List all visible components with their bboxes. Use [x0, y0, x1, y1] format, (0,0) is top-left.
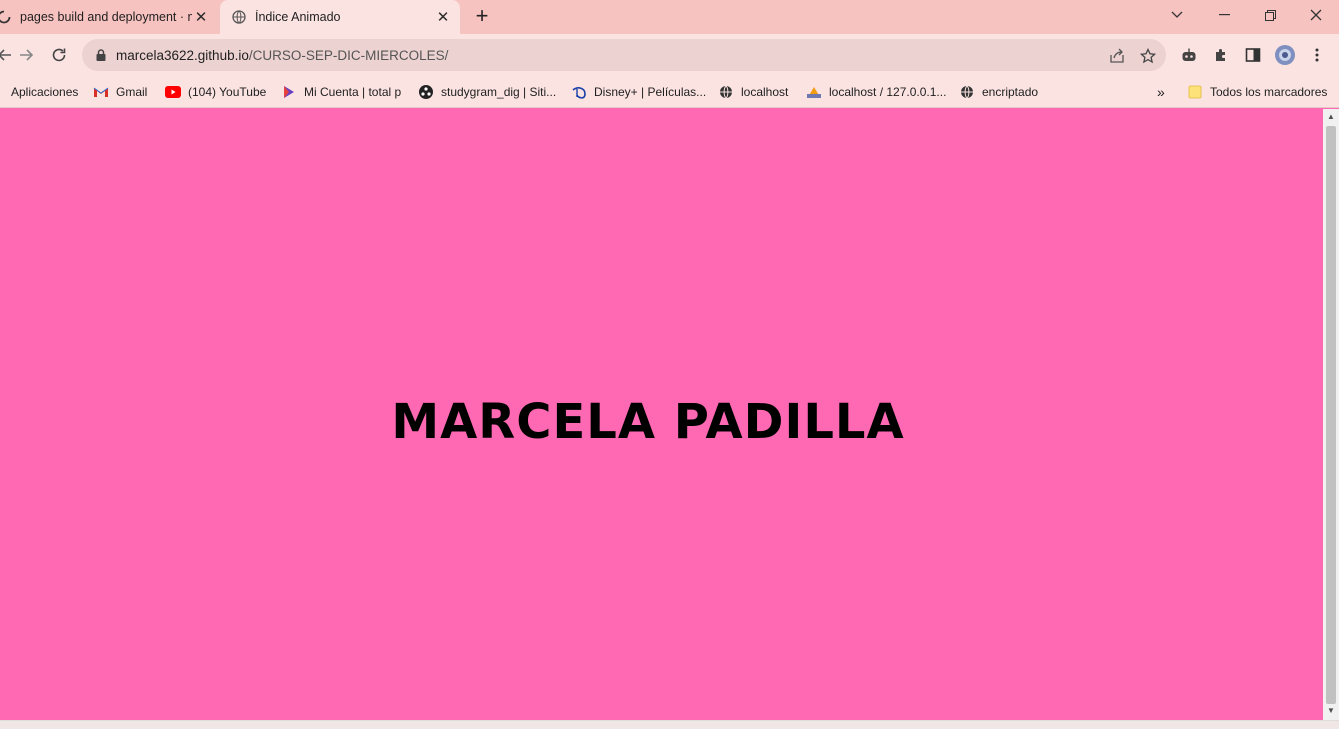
close-tab-icon[interactable]: ✕ [192, 8, 210, 26]
bookmark-aplicaciones[interactable]: Aplicaciones [0, 82, 78, 102]
bookmark-label: Todos los marcadores [1210, 85, 1328, 99]
lock-icon [96, 49, 106, 61]
address-bar[interactable]: marcela3622.github.io/CURSO-SEP-DIC-MIER… [82, 39, 1166, 71]
share-icon[interactable] [1108, 47, 1126, 65]
browser-toolbar: marcela3622.github.io/CURSO-SEP-DIC-MIER… [0, 34, 1339, 76]
taskbar-edge [0, 720, 1339, 729]
bookmark-disney[interactable]: Disney+ | Películas... [571, 82, 706, 102]
youtube-icon [165, 84, 181, 100]
bookmark-mi-cuenta[interactable]: Mi Cuenta | total p [281, 82, 401, 102]
minimize-button[interactable] [1201, 0, 1247, 30]
bookmark-label: Aplicaciones [11, 85, 79, 99]
page-content: MARCELA PADILLA [0, 109, 1323, 720]
scrollbar-thumb[interactable] [1326, 126, 1336, 704]
phpmyadmin-icon [806, 84, 822, 100]
extension-robot-icon[interactable] [1180, 46, 1198, 64]
tab-indice-animado[interactable]: Índice Animado ✕ [220, 0, 460, 34]
bookmark-localhost[interactable]: localhost [718, 82, 788, 102]
apps-grid-icon [0, 84, 4, 100]
vertical-scrollbar[interactable]: ▲ ▼ [1323, 109, 1339, 720]
url-path: /CURSO-SEP-DIC-MIERCOLES/ [248, 47, 449, 63]
extensions-puzzle-icon[interactable] [1212, 46, 1230, 64]
tab-pages-build[interactable]: pages build and deployment · m ✕ [0, 0, 218, 34]
bookmark-label: localhost [741, 85, 789, 99]
bookmark-gmail[interactable]: Gmail [93, 82, 147, 102]
profile-avatar-icon[interactable] [1274, 44, 1296, 66]
bookmarks-bar: Aplicaciones Gmail (104) YouTube Mi Cuen… [0, 76, 1339, 108]
url-text: marcela3622.github.io/CURSO-SEP-DIC-MIER… [116, 48, 448, 63]
bookmark-label: Mi Cuenta | total p [304, 85, 402, 99]
scroll-down-arrow-icon[interactable]: ▼ [1326, 706, 1336, 716]
reload-button[interactable] [47, 43, 71, 67]
studygram-icon [418, 84, 434, 100]
all-bookmarks-folder[interactable]: Todos los marcadores [1187, 82, 1327, 102]
bookmark-label: (104) YouTube [188, 85, 267, 99]
globe-icon [232, 10, 246, 24]
loading-icon [0, 10, 11, 24]
folder-icon [1187, 84, 1203, 100]
tab-strip: pages build and deployment · m ✕ Índice … [0, 0, 1339, 34]
close-tab-icon[interactable]: ✕ [434, 8, 452, 26]
menu-kebab-icon[interactable] [1308, 46, 1326, 64]
page-heading: MARCELA PADILLA [391, 394, 905, 450]
new-tab-button[interactable]: + [470, 5, 494, 29]
bookmark-label: studygram_dig | Siti... [441, 85, 557, 99]
bookmark-label: encriptado [982, 85, 1039, 99]
bookmark-studygram[interactable]: studygram_dig | Siti... [418, 82, 556, 102]
bookmark-star-icon[interactable] [1139, 47, 1157, 65]
bookmark-youtube[interactable]: (104) YouTube [165, 82, 266, 102]
bookmark-label: Gmail [116, 85, 148, 99]
totalplay-icon [281, 84, 297, 100]
globe-icon [959, 84, 975, 100]
close-window-button[interactable] [1293, 0, 1339, 30]
bookmark-label: Disney+ | Películas... [594, 85, 707, 99]
bookmark-label: localhost / 127.0.0.1... [829, 85, 947, 99]
tab-title: pages build and deployment · m [20, 10, 192, 24]
url-host: marcela3622.github.io [116, 47, 249, 63]
bookmarks-overflow-button[interactable]: » [1157, 82, 1165, 102]
restore-button[interactable] [1247, 0, 1293, 30]
side-panel-icon[interactable] [1244, 46, 1262, 64]
bookmark-phpmyadmin[interactable]: localhost / 127.0.0.1... [806, 82, 946, 102]
gmail-icon [93, 84, 109, 100]
globe-icon [718, 84, 734, 100]
scroll-up-arrow-icon[interactable]: ▲ [1326, 112, 1336, 122]
tab-title: Índice Animado [255, 10, 341, 24]
back-button[interactable] [0, 43, 16, 67]
tab-search-icon[interactable] [1154, 0, 1200, 30]
disney-icon [571, 84, 587, 100]
bookmark-encriptado[interactable]: encriptado [959, 82, 1038, 102]
forward-button[interactable] [15, 43, 39, 67]
